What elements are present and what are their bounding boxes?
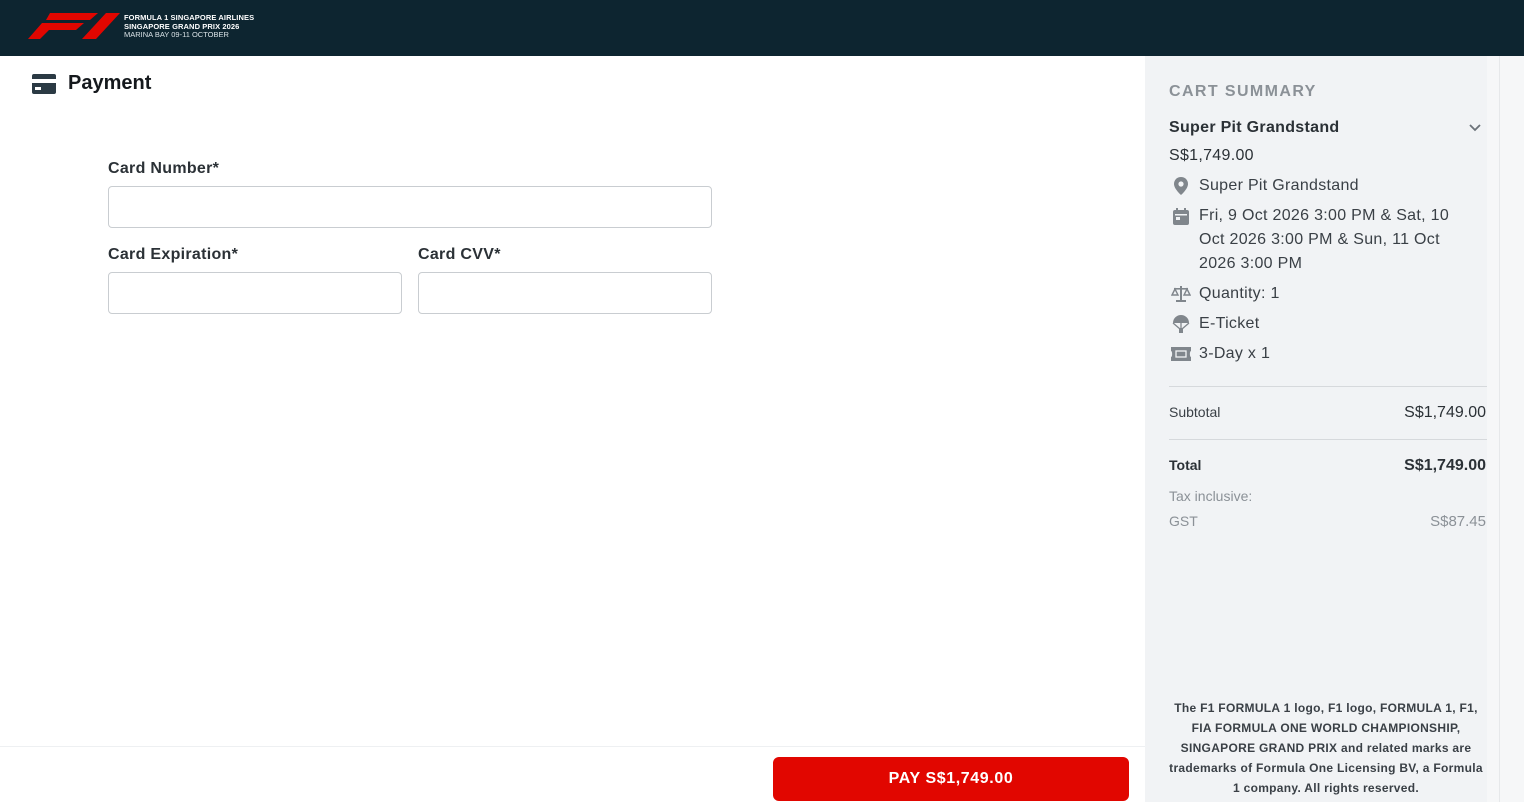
detail-ticket-type-text: E-Ticket: [1199, 315, 1260, 332]
payment-footer: PAY S$1,749.00: [0, 746, 1145, 802]
detail-venue: Super Pit Grandstand: [1169, 174, 1479, 198]
total-label: Total: [1169, 457, 1202, 473]
page-title: Payment: [68, 72, 152, 94]
divider: [1169, 386, 1487, 387]
location-pin-icon: [1169, 174, 1193, 198]
card-expiration-label: Card Expiration*: [108, 246, 239, 263]
total-row: Total S$1,749.00: [1169, 457, 1486, 475]
gst-value: S$87.45: [1430, 513, 1486, 530]
chevron-down-icon[interactable]: [1467, 122, 1483, 134]
top-bar: FORMULA 1 SINGAPORE AIRLINES SINGAPORE G…: [0, 0, 1524, 56]
cart-item-price: S$1,749.00: [1169, 147, 1254, 164]
scrollbar-divider: [1499, 56, 1500, 802]
scale-icon: [1169, 282, 1193, 306]
gst-row: GST S$87.45: [1169, 513, 1486, 530]
parachute-icon: [1169, 312, 1193, 336]
brand-line-3: MARINA BAY 09-11 OCTOBER: [124, 30, 229, 39]
detail-dates-text: Fri, 9 Oct 2026 3:00 PM & Sat, 10 Oct 20…: [1199, 207, 1450, 272]
detail-quantity-text: Quantity: 1: [1199, 285, 1280, 302]
card-number-input[interactable]: [108, 186, 712, 228]
calendar-icon: [1169, 204, 1193, 228]
f1-logo[interactable]: [28, 13, 120, 39]
event-brand: FORMULA 1 SINGAPORE AIRLINES SINGAPORE G…: [124, 13, 254, 40]
ticket-icon: [1169, 342, 1193, 366]
payment-header: Payment: [32, 72, 151, 95]
payment-panel: Payment Card Number* Card Expiration* Ca…: [0, 56, 1145, 802]
detail-pass-text: 3-Day x 1: [1199, 345, 1271, 362]
divider: [1169, 439, 1487, 440]
detail-ticket-type: E-Ticket: [1169, 312, 1479, 336]
total-value: S$1,749.00: [1404, 457, 1486, 474]
gst-label: GST: [1169, 513, 1198, 529]
card-expiration-input[interactable]: [108, 272, 402, 314]
card-cvv-input[interactable]: [418, 272, 712, 314]
scrollbar-track[interactable]: [1487, 56, 1524, 802]
detail-pass: 3-Day x 1: [1169, 342, 1479, 366]
detail-dates: Fri, 9 Oct 2026 3:00 PM & Sat, 10 Oct 20…: [1169, 204, 1479, 276]
legal-notice: The F1 FORMULA 1 logo, F1 logo, FORMULA …: [1169, 701, 1483, 795]
cart-item-name[interactable]: Super Pit Grandstand: [1169, 119, 1339, 137]
subtotal-value: S$1,749.00: [1404, 404, 1486, 421]
card-number-label: Card Number*: [108, 160, 220, 177]
cart-summary-title: CART SUMMARY: [1169, 83, 1317, 100]
detail-venue-text: Super Pit Grandstand: [1199, 177, 1359, 194]
card-cvv-label: Card CVV*: [418, 246, 501, 263]
pay-button[interactable]: PAY S$1,749.00: [773, 757, 1129, 801]
subtotal-label: Subtotal: [1169, 404, 1221, 420]
credit-card-icon: [32, 73, 56, 94]
detail-quantity: Quantity: 1: [1169, 282, 1479, 306]
tax-inclusive-label: Tax inclusive:: [1169, 488, 1253, 504]
subtotal-row: Subtotal S$1,749.00: [1169, 404, 1486, 422]
cart-summary-panel: CART SUMMARY Super Pit Grandstand S$1,74…: [1145, 56, 1487, 802]
